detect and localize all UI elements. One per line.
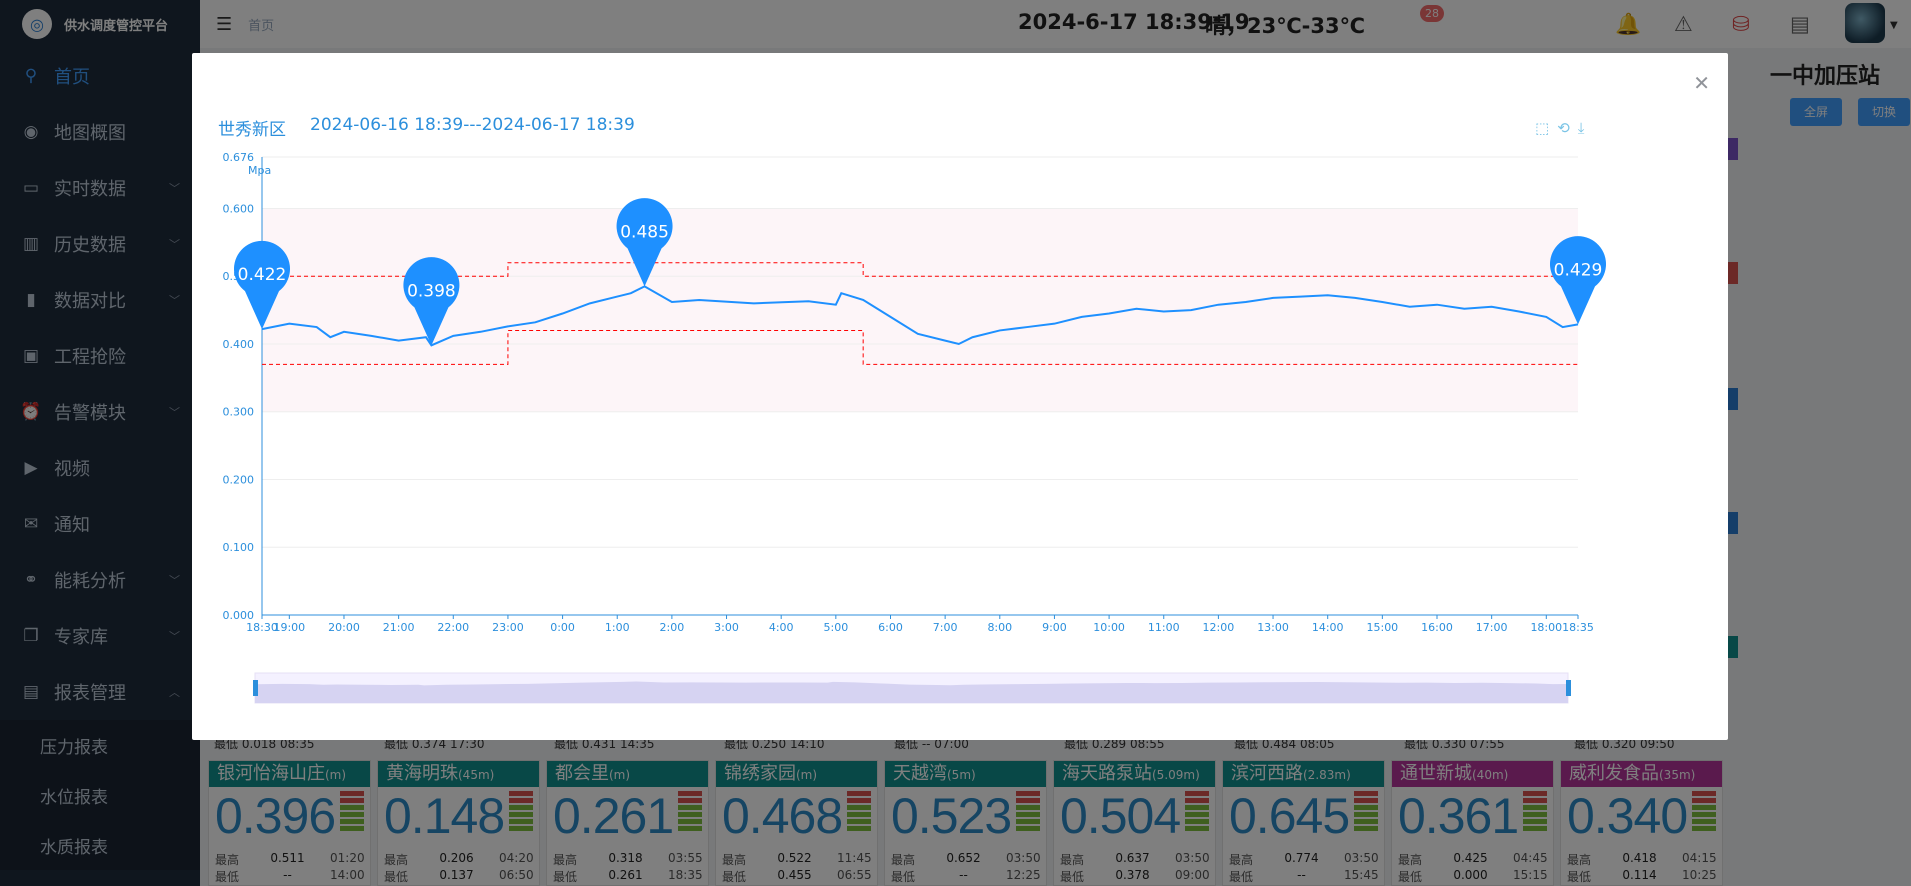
- y-tick-label: 0.200: [223, 473, 255, 486]
- x-tick-label: 5:00: [823, 621, 848, 634]
- alarm-band: [262, 208, 1578, 412]
- x-tick-label: 8:00: [987, 621, 1012, 634]
- zoom-slider-preview: [255, 681, 1568, 703]
- x-tick-label: 9:00: [1042, 621, 1067, 634]
- x-tick-label: 6:00: [878, 621, 903, 634]
- y-tick-label: 0.600: [223, 202, 255, 215]
- y-tick-label: 0.300: [223, 406, 255, 419]
- marker-label: 0.485: [620, 222, 669, 242]
- x-tick-label: 3:00: [714, 621, 739, 634]
- x-tick-label: 18:00: [1530, 621, 1562, 634]
- x-tick-label: 15:00: [1366, 621, 1398, 634]
- y-tick-label: 0.676: [223, 151, 255, 164]
- x-tick-label: 14:00: [1312, 621, 1344, 634]
- x-tick-label: 0:00: [550, 621, 575, 634]
- x-tick-label: 13:00: [1257, 621, 1289, 634]
- y-tick-label: 0.400: [223, 338, 255, 351]
- x-tick-label: 10:00: [1093, 621, 1125, 634]
- zoom-handle-right[interactable]: [1566, 680, 1571, 696]
- marker-label: 0.422: [238, 265, 287, 285]
- x-tick-label: 1:00: [605, 621, 630, 634]
- x-tick-label: 22:00: [437, 621, 469, 634]
- x-tick-label: 16:00: [1421, 621, 1453, 634]
- x-tick-label: 23:00: [492, 621, 524, 634]
- x-tick-label: 2:00: [660, 621, 685, 634]
- y-axis-label: Mpa: [248, 164, 271, 177]
- x-tick-label: 20:00: [328, 621, 360, 634]
- y-tick-label: 0.100: [223, 541, 255, 554]
- history-dialog: ✕ 世秀新区 2024-06-16 18:39---2024-06-17 18:…: [192, 53, 1728, 740]
- x-tick-label: 12:00: [1203, 621, 1235, 634]
- zoom-handle-left[interactable]: [253, 680, 258, 696]
- pressure-chart: 0.6760.6000.5000.4000.3000.2000.1000.000…: [223, 151, 1606, 704]
- x-tick-label: 4:00: [769, 621, 794, 634]
- x-tick-label: 7:00: [933, 621, 958, 634]
- marker-label: 0.398: [407, 281, 456, 301]
- marker-label: 0.429: [1554, 260, 1603, 280]
- x-tick-label: 21:00: [383, 621, 415, 634]
- x-tick-label: 11:00: [1148, 621, 1180, 634]
- x-tick-label: 17:00: [1476, 621, 1508, 634]
- x-tick-label: 18:35: [1562, 621, 1594, 634]
- x-tick-label: 19:00: [273, 621, 305, 634]
